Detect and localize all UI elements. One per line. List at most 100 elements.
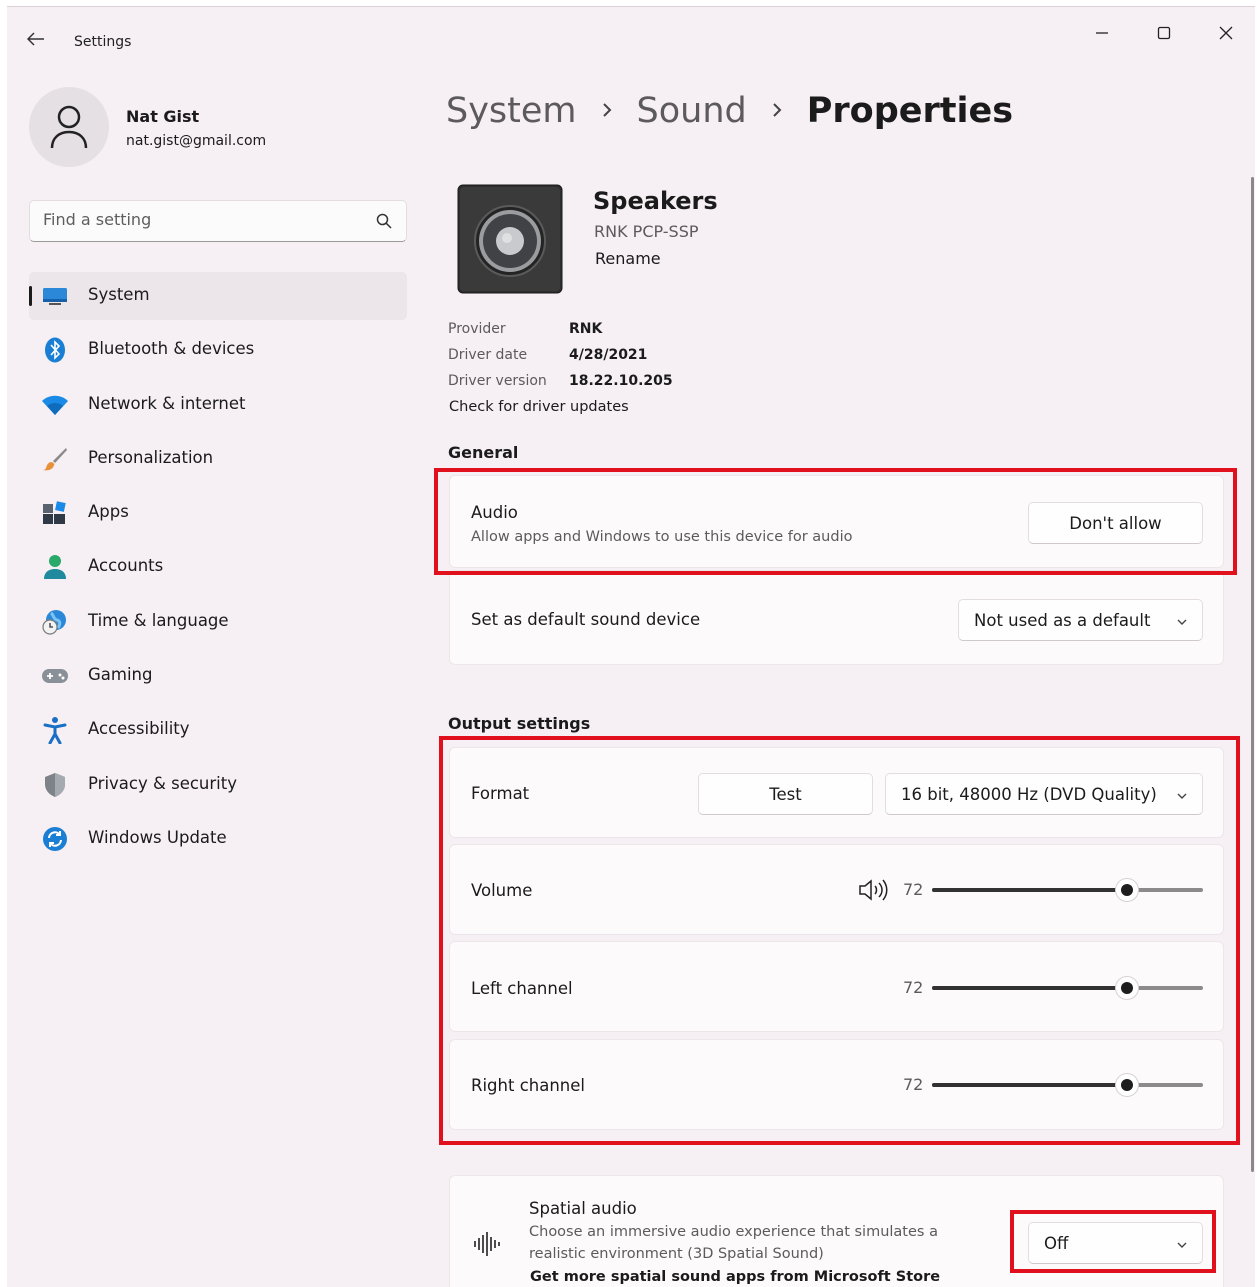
breadcrumb-sound[interactable]: Sound — [637, 91, 747, 131]
default-device-dropdown[interactable]: Not used as a default — [958, 599, 1203, 641]
shield-icon — [41, 772, 69, 798]
close-icon[interactable] — [1203, 17, 1249, 49]
sidebar-item-label: Personalization — [88, 447, 214, 467]
accounts-icon — [41, 554, 69, 580]
bluetooth-icon — [41, 337, 69, 363]
dropdown-value: 16 bit, 48000 Hz (DVD Quality) — [901, 784, 1157, 804]
sidebar-item-apps[interactable]: Apps — [29, 489, 407, 537]
dropdown-value: Not used as a default — [974, 610, 1151, 630]
format-card: Format Test 16 bit, 48000 Hz (DVD Qualit… — [449, 747, 1224, 838]
chevron-down-icon — [1176, 787, 1188, 806]
scrollbar[interactable] — [1251, 177, 1254, 1172]
chevron-down-icon — [1176, 613, 1188, 632]
volume-card: Volume 72 — [449, 844, 1224, 935]
sidebar-item-accessibility[interactable]: Accessibility — [29, 706, 407, 754]
spatial-audio-card: Spatial audio Choose an immersive audio … — [449, 1175, 1224, 1287]
globe-clock-icon — [41, 609, 69, 635]
slider-fill — [932, 888, 1128, 892]
sidebar-item-label: Apps — [88, 502, 129, 522]
system-icon — [41, 283, 69, 309]
search-box[interactable] — [29, 200, 407, 242]
left-channel-card: Left channel 72 — [449, 941, 1224, 1032]
app-title: Settings — [74, 34, 132, 50]
info-value: 4/28/2021 — [569, 347, 648, 363]
right-channel-slider[interactable] — [932, 1073, 1203, 1097]
check-driver-updates-link[interactable]: Check for driver updates — [449, 399, 629, 415]
default-device-title: Set as default sound device — [471, 610, 701, 629]
sidebar-item-accounts[interactable]: Accounts — [29, 543, 407, 591]
format-dropdown[interactable]: 16 bit, 48000 Hz (DVD Quality) — [885, 773, 1203, 815]
sidebar-item-windows-update[interactable]: Windows Update — [29, 815, 407, 863]
slider-fill — [932, 1083, 1128, 1087]
spatial-audio-dropdown[interactable]: Off — [1028, 1222, 1203, 1264]
info-key: Provider — [448, 321, 506, 337]
speaker-icon — [457, 184, 563, 294]
left-channel-slider[interactable] — [932, 976, 1203, 1000]
gamepad-icon — [41, 663, 69, 689]
slider-thumb[interactable] — [1115, 976, 1140, 1000]
sidebar-item-label: Time & language — [88, 610, 229, 630]
dont-allow-button[interactable]: Don't allow — [1028, 502, 1203, 544]
sidebar-item-network[interactable]: Network & internet — [29, 381, 407, 429]
sidebar-item-label: System — [88, 285, 150, 304]
sidebar-item-label: Network & internet — [88, 393, 246, 413]
default-device-card: Set as default sound device Not used as … — [449, 570, 1224, 665]
sidebar-item-bluetooth[interactable]: Bluetooth & devices — [29, 326, 407, 374]
wifi-icon — [41, 392, 69, 418]
settings-window: Settings Nat Gist nat.gist@gmail.com Fin… — [7, 6, 1255, 1287]
speaker-volume-icon[interactable] — [858, 879, 888, 905]
right-channel-label: Right channel — [471, 1076, 585, 1095]
section-output-title: Output settings — [448, 714, 591, 733]
chevron-right-icon — [601, 97, 613, 125]
device-model: RNK PCP-SSP — [594, 222, 699, 241]
active-indicator — [29, 286, 32, 306]
maximize-icon[interactable] — [1141, 17, 1187, 49]
device-name: Speakers — [593, 187, 718, 215]
sidebar-item-label: Bluetooth & devices — [88, 339, 255, 359]
spatial-audio-title: Spatial audio — [529, 1199, 637, 1218]
update-icon — [41, 826, 69, 852]
microsoft-store-link[interactable]: Get more spatial sound apps from Microso… — [530, 1269, 940, 1285]
volume-slider[interactable] — [932, 878, 1203, 902]
info-key: Driver version — [448, 373, 547, 389]
sidebar-item-gaming[interactable]: Gaming — [29, 652, 407, 700]
page-title: Properties — [806, 91, 1014, 131]
breadcrumb-system[interactable]: System — [446, 91, 577, 131]
rename-link[interactable]: Rename — [595, 249, 661, 268]
slider-thumb[interactable] — [1115, 878, 1140, 902]
slider-fill — [932, 986, 1128, 990]
slider-thumb[interactable] — [1115, 1073, 1140, 1097]
volume-label: Volume — [471, 881, 533, 900]
info-value: RNK — [569, 321, 603, 337]
spatial-audio-icon — [473, 1231, 503, 1261]
apps-icon — [41, 500, 69, 526]
sidebar-item-personalization[interactable]: Personalization — [29, 435, 407, 483]
sidebar-item-label: Gaming — [88, 665, 153, 685]
back-arrow-icon[interactable] — [26, 31, 45, 51]
dropdown-value: Off — [1044, 1233, 1069, 1253]
profile-email: nat.gist@gmail.com — [126, 133, 267, 149]
right-channel-value: 72 — [903, 1075, 924, 1094]
spatial-audio-description: realistic environment (3D Spatial Sound) — [529, 1246, 824, 1262]
section-general-title: General — [448, 443, 519, 462]
sidebar-nav: System Bluetooth & devices Network & int… — [29, 272, 407, 869]
test-button[interactable]: Test — [698, 773, 873, 815]
breadcrumb: System Sound Properties — [446, 91, 1013, 131]
sidebar-item-label: Accessibility — [88, 719, 190, 739]
search-input[interactable] — [43, 210, 363, 229]
profile-name: Nat Gist — [126, 107, 200, 126]
accessibility-icon — [41, 717, 69, 745]
audio-title: Audio — [471, 503, 518, 522]
chevron-right-icon — [771, 97, 783, 125]
minimize-icon[interactable] — [1079, 17, 1125, 49]
right-channel-card: Right channel 72 — [449, 1039, 1224, 1130]
audio-card: Audio Allow apps and Windows to use this… — [449, 475, 1224, 568]
chevron-down-icon — [1176, 1236, 1188, 1255]
title-bar: Settings — [7, 7, 1255, 67]
sidebar-item-label: Windows Update — [88, 827, 227, 847]
sidebar-item-privacy[interactable]: Privacy & security — [29, 761, 407, 809]
sidebar-item-time-language[interactable]: Time & language — [29, 598, 407, 646]
sidebar-item-system[interactable]: System — [29, 272, 407, 320]
search-icon[interactable] — [376, 213, 392, 233]
info-value: 18.22.10.205 — [569, 373, 673, 389]
